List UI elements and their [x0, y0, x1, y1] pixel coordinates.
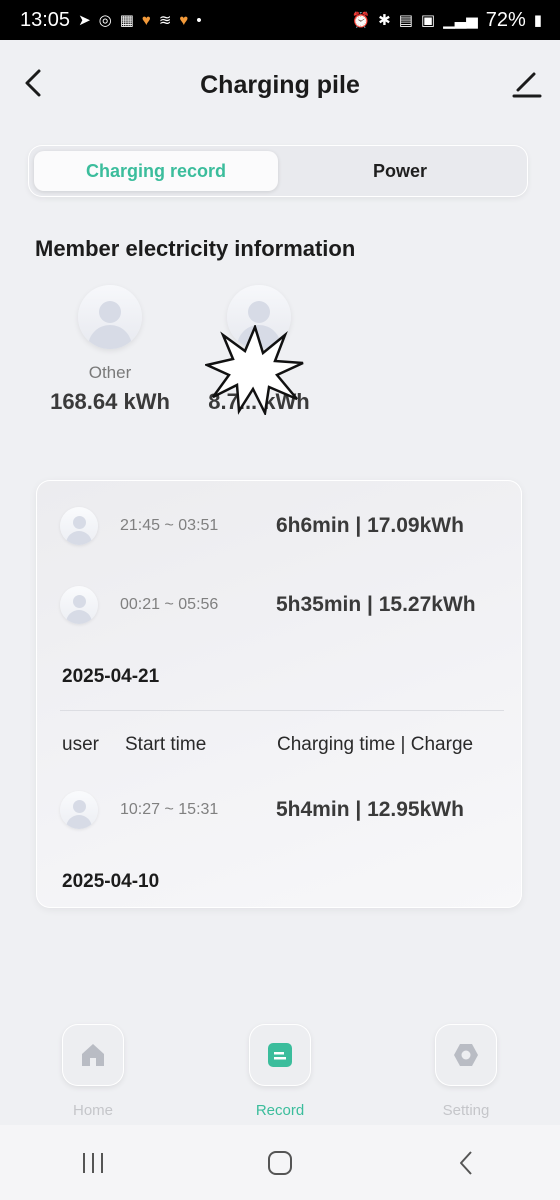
record-icon: [268, 1043, 292, 1067]
divider: [60, 710, 504, 711]
nav-label: Record: [255, 1102, 305, 1119]
nav-home[interactable]: Home: [38, 1024, 148, 1119]
edit-icon[interactable]: [510, 66, 544, 100]
redaction-burst: [205, 325, 304, 415]
avatar: [78, 285, 142, 349]
member-electricity: 168.64 kWh: [50, 389, 170, 414]
5g-icon: ▣: [420, 11, 436, 29]
nav-label: Setting: [442, 1102, 490, 1119]
header: Charging pile: [0, 40, 560, 130]
record-button[interactable]: [249, 1024, 311, 1086]
bluetooth-icon: ✱: [378, 11, 391, 29]
record-value: 5h35min | 15.27kWh: [276, 593, 476, 616]
segmented-tabs: Charging record Power: [28, 145, 528, 197]
battery-percent: 72%: [485, 8, 526, 31]
page-title: Charging pile: [200, 70, 360, 99]
record-row[interactable]: 21:45 ~ 03:51 6h6min | 17.09kWh: [60, 506, 520, 546]
setting-button[interactable]: [435, 1024, 497, 1086]
avatar: [60, 791, 98, 829]
record-time: 21:45 ~ 03:51: [120, 517, 219, 534]
record-date: 2025-04-10: [62, 871, 160, 892]
back-system-button[interactable]: [447, 1143, 487, 1183]
dot-icon: •: [196, 11, 202, 29]
bottom-nav: Home Record Setting: [0, 1010, 560, 1125]
recent-apps-icon: [83, 1152, 104, 1173]
calendar-icon: ▦: [119, 11, 134, 29]
home-button[interactable]: [62, 1024, 124, 1086]
back-arrow-icon: [459, 1150, 472, 1175]
column-header-start: Start time: [125, 734, 207, 755]
section-title: Member electricity information: [35, 236, 356, 261]
member-card[interactable]: Other 168.64 kWh: [50, 285, 170, 417]
recent-apps-button[interactable]: [73, 1143, 113, 1183]
instagram-icon: ◎: [98, 11, 112, 29]
column-header-charge: Charging time | Charge: [277, 734, 474, 755]
status-time: 13:05: [20, 8, 71, 31]
charging-record-card: 21:45 ~ 03:51 6h6min | 17.09kWh 00:21 ~ …: [36, 480, 522, 908]
nav-record[interactable]: Record: [225, 1024, 335, 1119]
record-value: 5h4min | 12.95kWh: [276, 798, 464, 821]
tab-power[interactable]: Power: [278, 151, 522, 191]
nav-setting[interactable]: Setting: [411, 1024, 521, 1119]
record-time: 00:21 ~ 05:56: [120, 596, 219, 613]
battery-icon: ▮: [533, 11, 542, 29]
status-bar: 13:05 ➤ ◎ ▦ ♥ ≋ ♥ • ⏰ ✱ ▤ ▣ ▁▃▅ 72% ▮: [0, 0, 560, 40]
signal-icon: ▁▃▅: [443, 11, 478, 29]
app-icon: ♥: [141, 11, 151, 29]
record-row[interactable]: 00:21 ~ 05:56 5h35min | 15.27kWh: [60, 585, 520, 625]
record-value: 6h6min | 17.09kWh: [276, 514, 464, 537]
back-icon[interactable]: [18, 66, 52, 100]
avatar: [60, 507, 98, 545]
system-nav-bar: [0, 1125, 560, 1200]
member-name: Other: [88, 363, 132, 382]
record-date: 2025-04-21: [62, 666, 160, 687]
alarm-icon: ⏰: [351, 11, 371, 29]
volte-icon: ▤: [398, 11, 413, 29]
home-system-button[interactable]: [260, 1143, 300, 1183]
record-time: 10:27 ~ 15:31: [120, 801, 219, 818]
nav-label: Home: [72, 1102, 113, 1119]
home-circle-icon: [267, 1150, 292, 1175]
record-row[interactable]: 10:27 ~ 15:31 5h4min | 12.95kWh: [60, 790, 520, 830]
avatar: [60, 586, 98, 624]
tiktok-icon: ≋: [158, 11, 172, 29]
home-icon: [82, 1044, 104, 1066]
setting-icon: [454, 1044, 478, 1066]
column-header-user: user: [62, 734, 99, 755]
tab-charging-record[interactable]: Charging record: [34, 151, 278, 191]
app-icon: ♥: [179, 11, 189, 29]
telegram-icon: ➤: [78, 11, 91, 29]
